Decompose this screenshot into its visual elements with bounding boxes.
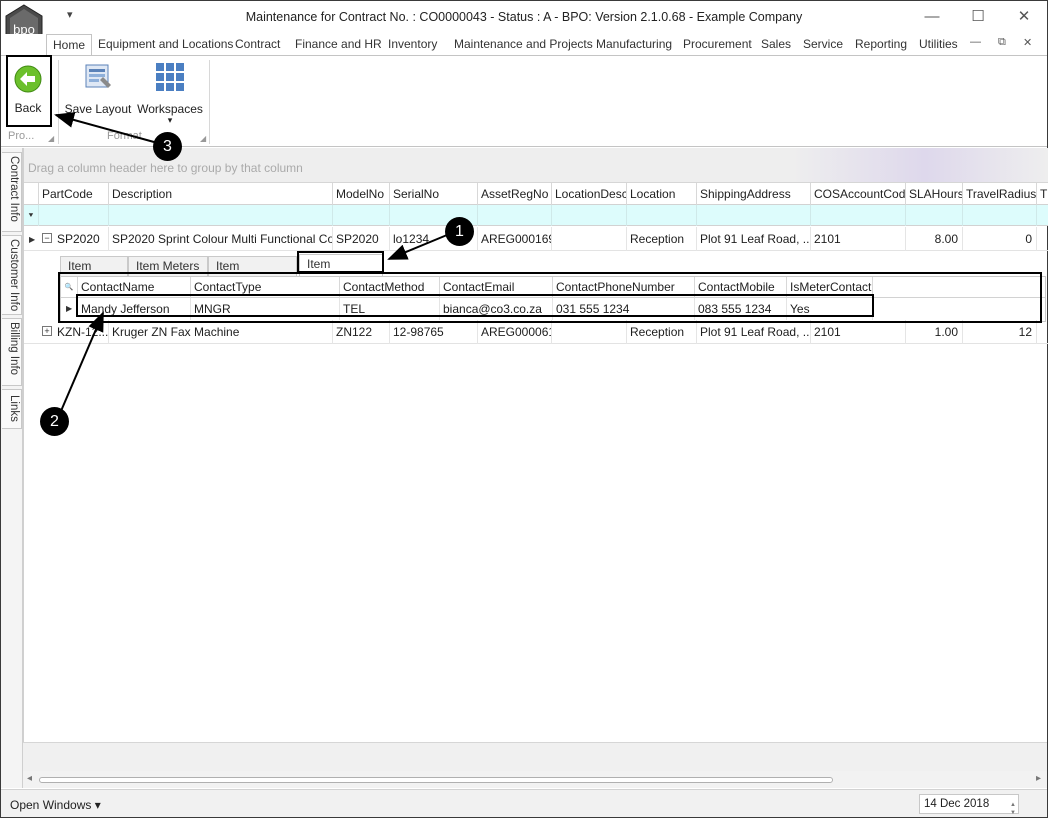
callout-badge-1: 1 (445, 217, 474, 246)
application-window: bpo ▾ Maintenance for Contract No. : CO0… (0, 0, 1048, 818)
callout-badge-3: 3 (153, 132, 182, 161)
callout-arrows (54, 112, 448, 412)
callout-badge-2: 2 (40, 407, 69, 436)
